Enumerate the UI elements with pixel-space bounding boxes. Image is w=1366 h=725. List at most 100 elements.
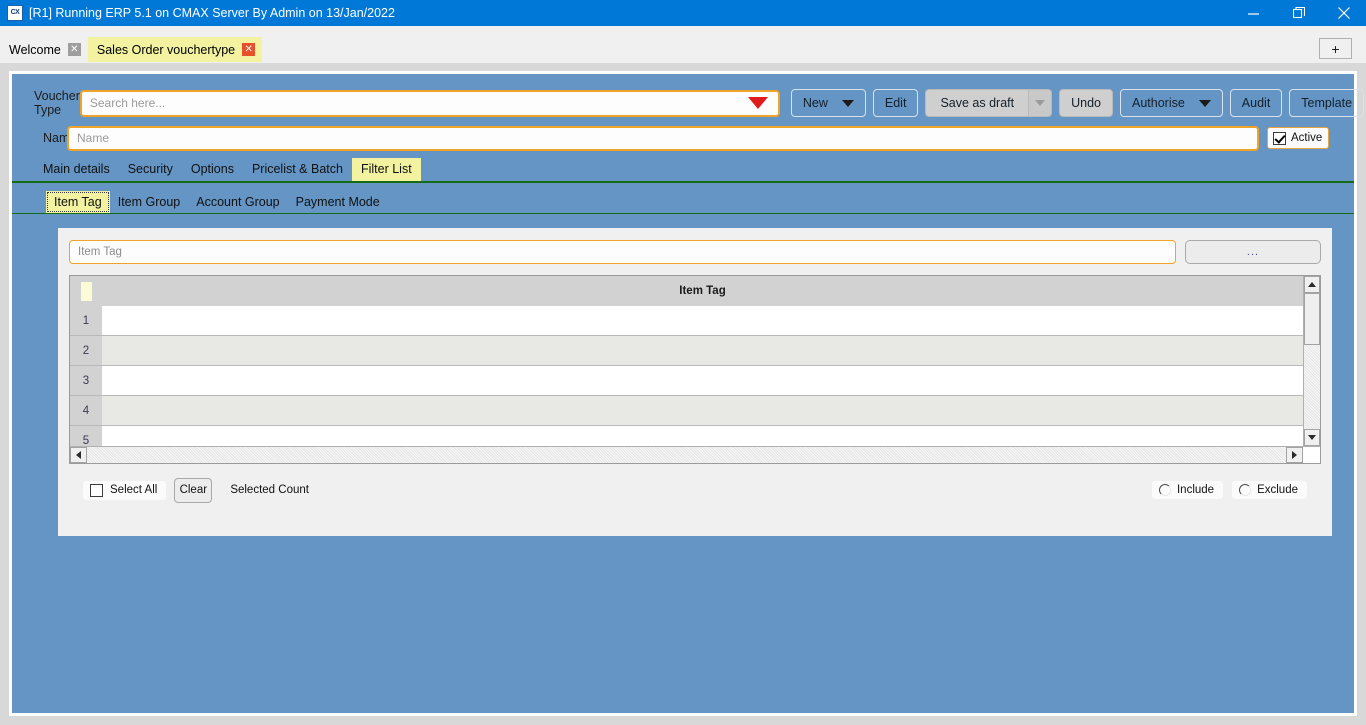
doc-tab-welcome[interactable]: Welcome ✕ [0, 37, 88, 62]
window-title-text: [R1] Running ERP 5.1 on CMAX Server By A… [29, 6, 395, 20]
voucher-type-row: Voucher Type Search here... New Edit Sav… [12, 74, 1365, 121]
app-logo-icon: CX [7, 5, 23, 21]
row-number: 1 [70, 306, 102, 335]
scroll-down-icon[interactable] [1304, 429, 1320, 446]
tab-item-tag[interactable]: Item Tag [46, 191, 110, 213]
grid-select-column-header[interactable] [70, 276, 102, 306]
select-all-checkbox[interactable]: Select All [83, 480, 167, 500]
triangle-down-icon [1308, 435, 1316, 440]
active-label: Active [1291, 132, 1323, 144]
voucher-type-search-input[interactable]: Search here... [79, 89, 780, 117]
tab-filter-list[interactable]: Filter List [351, 158, 421, 181]
grid-horizontal-scrollbar[interactable] [70, 446, 1320, 463]
tab-security[interactable]: Security [119, 158, 182, 181]
edit-button[interactable]: Edit [872, 89, 919, 117]
action-toolbar: New Edit Save as draft Undo Authorise Au… [790, 89, 1365, 117]
scroll-right-icon[interactable] [1286, 447, 1303, 463]
grid-vertical-scrollbar[interactable] [1303, 276, 1320, 446]
voucher-type-label: Voucher Type [34, 89, 80, 117]
new-button[interactable]: New [790, 89, 866, 117]
grid-header-row: Item Tag [70, 276, 1303, 306]
minimize-icon[interactable] [1231, 0, 1276, 26]
doc-tab-label: Sales Order vouchertype [96, 42, 236, 57]
save-as-draft-button[interactable]: Save as draft [925, 89, 1029, 117]
row-cell-item-tag[interactable] [102, 396, 1303, 425]
tab-options[interactable]: Options [182, 158, 243, 181]
grid-columns: Item Tag 1 2 3 4 5 [70, 276, 1303, 456]
grid-main-area: Item Tag 1 2 3 4 5 [70, 276, 1320, 456]
template-button[interactable]: Template [1289, 89, 1365, 117]
new-button-label: New [802, 96, 828, 110]
dropdown-arrow-icon[interactable] [747, 97, 768, 109]
selected-count-label: Selected Count [230, 484, 309, 496]
table-row[interactable]: 1 [70, 306, 1303, 336]
row-number: 4 [70, 396, 102, 425]
window-title-bar: CX [R1] Running ERP 5.1 on CMAX Server B… [0, 0, 1366, 26]
clear-button[interactable]: Clear [174, 477, 213, 503]
audit-button[interactable]: Audit [1229, 89, 1283, 117]
checkbox-checked-icon [1273, 131, 1286, 145]
radio-icon [1158, 484, 1171, 496]
browse-button[interactable]: ... [1185, 239, 1321, 264]
voucher-type-placeholder: Search here... [89, 96, 166, 110]
doc-tab-label: Welcome [9, 42, 61, 57]
table-row[interactable]: 2 [70, 336, 1303, 366]
scrollbar-corner [1303, 447, 1320, 463]
scroll-up-icon[interactable] [1304, 276, 1320, 293]
exclude-label: Exclude [1257, 484, 1298, 496]
row-cell-item-tag[interactable] [102, 366, 1303, 395]
tab-payment-mode[interactable]: Payment Mode [288, 191, 388, 213]
window-body: Voucher Type Search here... New Edit Sav… [0, 63, 1366, 725]
name-label: Name [43, 131, 77, 145]
checkbox-icon [90, 483, 103, 497]
horizontal-scroll-track[interactable] [87, 447, 1286, 463]
chevron-down-icon [1035, 100, 1046, 106]
chevron-down-icon [1198, 99, 1211, 107]
doc-tab-close-icon[interactable]: ✕ [242, 43, 256, 56]
tab-pricelist-batch[interactable]: Pricelist & Batch [243, 158, 352, 181]
save-as-draft-dropdown-button[interactable] [1028, 89, 1053, 117]
content-frame: Voucher Type Search here... New Edit Sav… [9, 71, 1365, 716]
scroll-left-icon[interactable] [70, 447, 87, 463]
row-number: 3 [70, 366, 102, 395]
item-tag-search-placeholder: Item Tag [78, 245, 122, 258]
item-tag-search-input[interactable]: Item Tag [69, 239, 1176, 264]
include-radio[interactable]: Include [1151, 481, 1224, 499]
doc-tab-sales-order-vouchertype[interactable]: Sales Order vouchertype ✕ [87, 37, 263, 62]
vertical-scroll-track[interactable] [1304, 293, 1320, 429]
tab-item-group[interactable]: Item Group [110, 191, 189, 213]
restore-icon[interactable] [1276, 0, 1321, 26]
vertical-scroll-thumb[interactable] [1304, 293, 1320, 345]
row-number: 2 [70, 336, 102, 365]
include-label: Include [1176, 484, 1215, 496]
tab-account-group[interactable]: Account Group [188, 191, 287, 213]
name-row: Name Name Active [12, 121, 1354, 155]
exclude-radio[interactable]: Exclude [1232, 481, 1307, 499]
item-tag-grid: Item Tag 1 2 3 4 5 [69, 275, 1321, 464]
triangle-right-icon [1292, 451, 1297, 459]
chevron-down-icon [841, 99, 854, 107]
table-row[interactable]: 4 [70, 396, 1303, 426]
close-icon[interactable] [1321, 0, 1366, 26]
active-checkbox[interactable]: Active [1267, 127, 1329, 149]
name-placeholder: Name [77, 131, 110, 145]
doc-tab-close-icon[interactable]: ✕ [67, 43, 81, 56]
item-tag-panel: Item Tag ... Item Tag 1 2 3 4 5 Select A… [58, 228, 1332, 536]
row-cell-item-tag[interactable] [102, 306, 1303, 335]
select-all-label: Select All [110, 484, 158, 496]
grid-column-header-item-tag[interactable]: Item Tag [102, 285, 1303, 297]
secondary-tab-bar: Item Tag Item Group Account Group Paymen… [12, 183, 1354, 214]
table-row[interactable]: 3 [70, 366, 1303, 396]
primary-tab-bar: Main details Security Options Pricelist … [12, 155, 1354, 183]
select-marker-icon [80, 281, 92, 301]
undo-button[interactable]: Undo [1059, 89, 1113, 117]
authorise-button[interactable]: Authorise [1119, 89, 1223, 117]
tab-main-details[interactable]: Main details [34, 158, 119, 181]
triangle-up-icon [1308, 282, 1316, 287]
item-tag-search-row: Item Tag ... [69, 239, 1321, 264]
name-input[interactable]: Name [67, 125, 1259, 151]
new-tab-button[interactable]: + [1319, 38, 1352, 59]
row-cell-item-tag[interactable] [102, 336, 1303, 365]
panel-footer: Select All Clear Selected Count Include … [69, 476, 1321, 504]
authorise-button-label: Authorise [1131, 96, 1185, 110]
